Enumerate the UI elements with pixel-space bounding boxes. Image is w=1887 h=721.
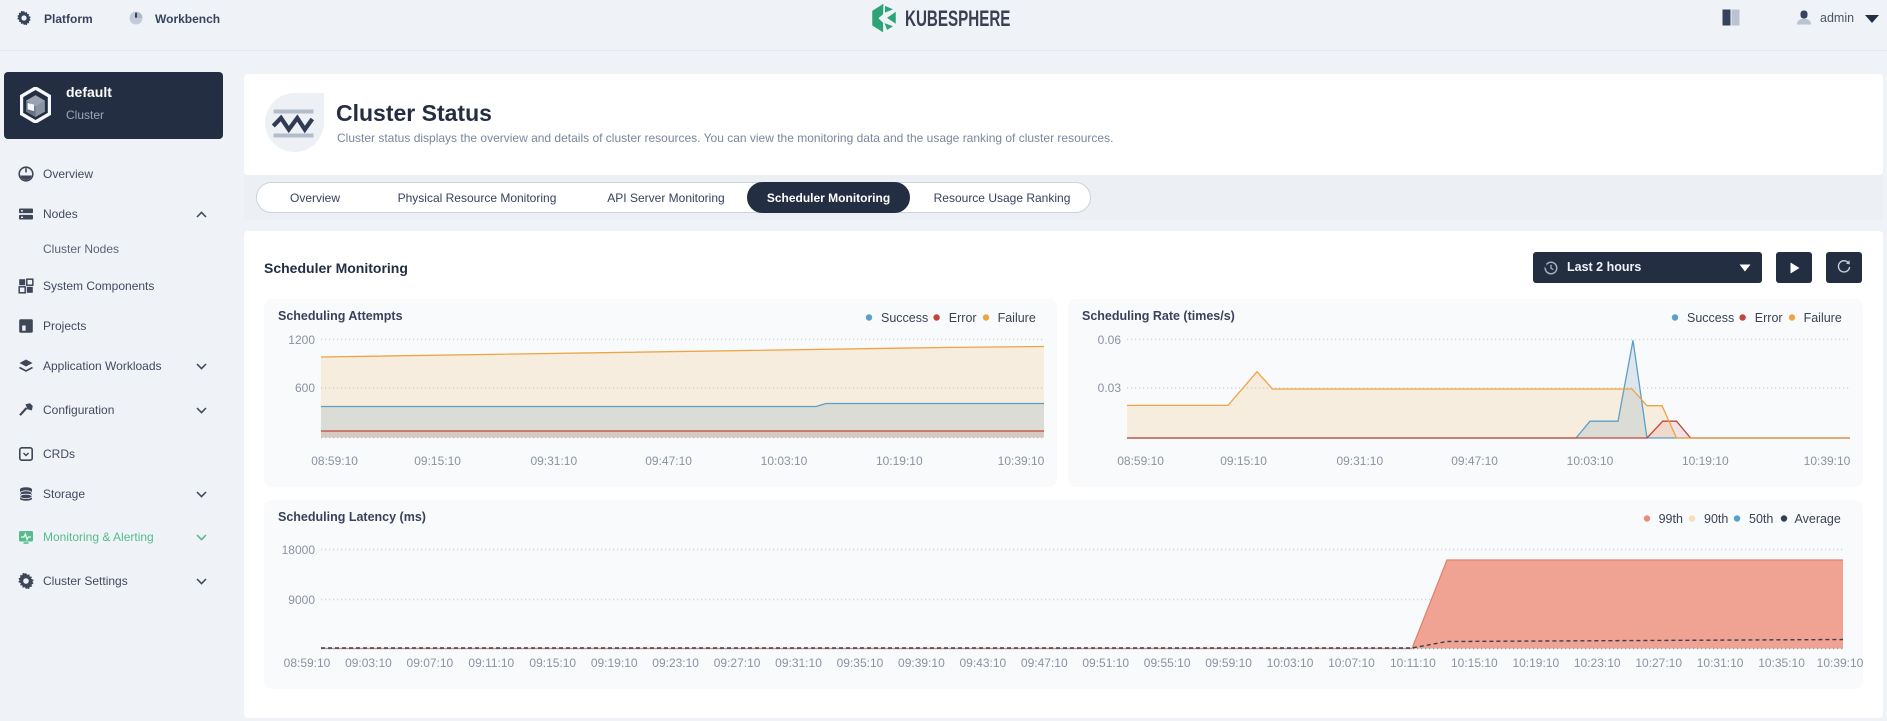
svg-text:09:11:10: 09:11:10 xyxy=(468,656,514,670)
svg-text:09:31:10: 09:31:10 xyxy=(530,454,577,468)
svg-text:10:19:10: 10:19:10 xyxy=(1512,656,1559,670)
svg-text:10:31:10: 10:31:10 xyxy=(1697,656,1744,670)
svg-text:10:27:10: 10:27:10 xyxy=(1635,656,1682,670)
svg-text:09:27:10: 09:27:10 xyxy=(714,656,761,670)
svg-text:09:47:10: 09:47:10 xyxy=(1021,656,1068,670)
svg-text:10:03:10: 10:03:10 xyxy=(1267,656,1314,670)
svg-text:09:31:10: 09:31:10 xyxy=(775,656,822,670)
svg-text:0.03: 0.03 xyxy=(1098,381,1122,395)
svg-text:09:07:10: 09:07:10 xyxy=(407,656,454,670)
svg-text:09:43:10: 09:43:10 xyxy=(959,656,1006,670)
svg-text:09:15:10: 09:15:10 xyxy=(529,656,576,670)
svg-text:09:31:10: 09:31:10 xyxy=(1336,454,1383,468)
svg-text:10:19:10: 10:19:10 xyxy=(1682,454,1729,468)
svg-text:09:47:10: 09:47:10 xyxy=(645,454,692,468)
svg-text:0.06: 0.06 xyxy=(1098,333,1122,347)
svg-text:10:39:10: 10:39:10 xyxy=(1804,454,1851,468)
svg-text:10:11:10: 10:11:10 xyxy=(1390,656,1436,670)
svg-text:Error: Error xyxy=(949,311,977,325)
svg-text:09:19:10: 09:19:10 xyxy=(591,656,638,670)
svg-text:09:15:10: 09:15:10 xyxy=(414,454,461,468)
svg-text:1200: 1200 xyxy=(288,333,315,347)
svg-text:09:23:10: 09:23:10 xyxy=(652,656,699,670)
svg-text:Failure: Failure xyxy=(998,311,1036,325)
svg-text:10:23:10: 10:23:10 xyxy=(1574,656,1621,670)
svg-text:09:35:10: 09:35:10 xyxy=(837,656,884,670)
svg-text:10:39:10: 10:39:10 xyxy=(998,454,1045,468)
svg-text:09:15:10: 09:15:10 xyxy=(1220,454,1267,468)
svg-text:Average: Average xyxy=(1795,512,1841,526)
svg-text:Scheduling Rate (times/s): Scheduling Rate (times/s) xyxy=(1082,309,1235,323)
svg-text:Success: Success xyxy=(881,311,928,325)
svg-text:09:47:10: 09:47:10 xyxy=(1451,454,1498,468)
svg-text:10:35:10: 10:35:10 xyxy=(1758,656,1805,670)
svg-text:08:59:10: 08:59:10 xyxy=(311,454,358,468)
svg-text:09:39:10: 09:39:10 xyxy=(898,656,945,670)
svg-text:18000: 18000 xyxy=(282,543,316,557)
svg-text:99th: 99th xyxy=(1659,512,1683,526)
svg-text:10:07:10: 10:07:10 xyxy=(1328,656,1375,670)
svg-text:90th: 90th xyxy=(1704,512,1728,526)
svg-text:10:19:10: 10:19:10 xyxy=(876,454,923,468)
svg-text:Success: Success xyxy=(1687,311,1734,325)
svg-text:50th: 50th xyxy=(1749,512,1773,526)
svg-text:9000: 9000 xyxy=(288,593,315,607)
svg-text:10:03:10: 10:03:10 xyxy=(761,454,808,468)
svg-text:08:59:10: 08:59:10 xyxy=(284,656,331,670)
svg-text:08:59:10: 08:59:10 xyxy=(1117,454,1164,468)
svg-text:10:15:10: 10:15:10 xyxy=(1451,656,1498,670)
svg-text:Error: Error xyxy=(1755,311,1783,325)
svg-text:09:59:10: 09:59:10 xyxy=(1205,656,1252,670)
svg-text:09:51:10: 09:51:10 xyxy=(1082,656,1129,670)
svg-text:600: 600 xyxy=(295,381,315,395)
svg-text:Failure: Failure xyxy=(1804,311,1842,325)
svg-text:Scheduling Latency (ms): Scheduling Latency (ms) xyxy=(278,510,426,524)
svg-text:10:03:10: 10:03:10 xyxy=(1567,454,1614,468)
svg-text:Scheduling Attempts: Scheduling Attempts xyxy=(278,309,403,323)
svg-text:09:03:10: 09:03:10 xyxy=(345,656,392,670)
svg-text:09:55:10: 09:55:10 xyxy=(1144,656,1191,670)
svg-text:10:39:10: 10:39:10 xyxy=(1817,656,1863,670)
